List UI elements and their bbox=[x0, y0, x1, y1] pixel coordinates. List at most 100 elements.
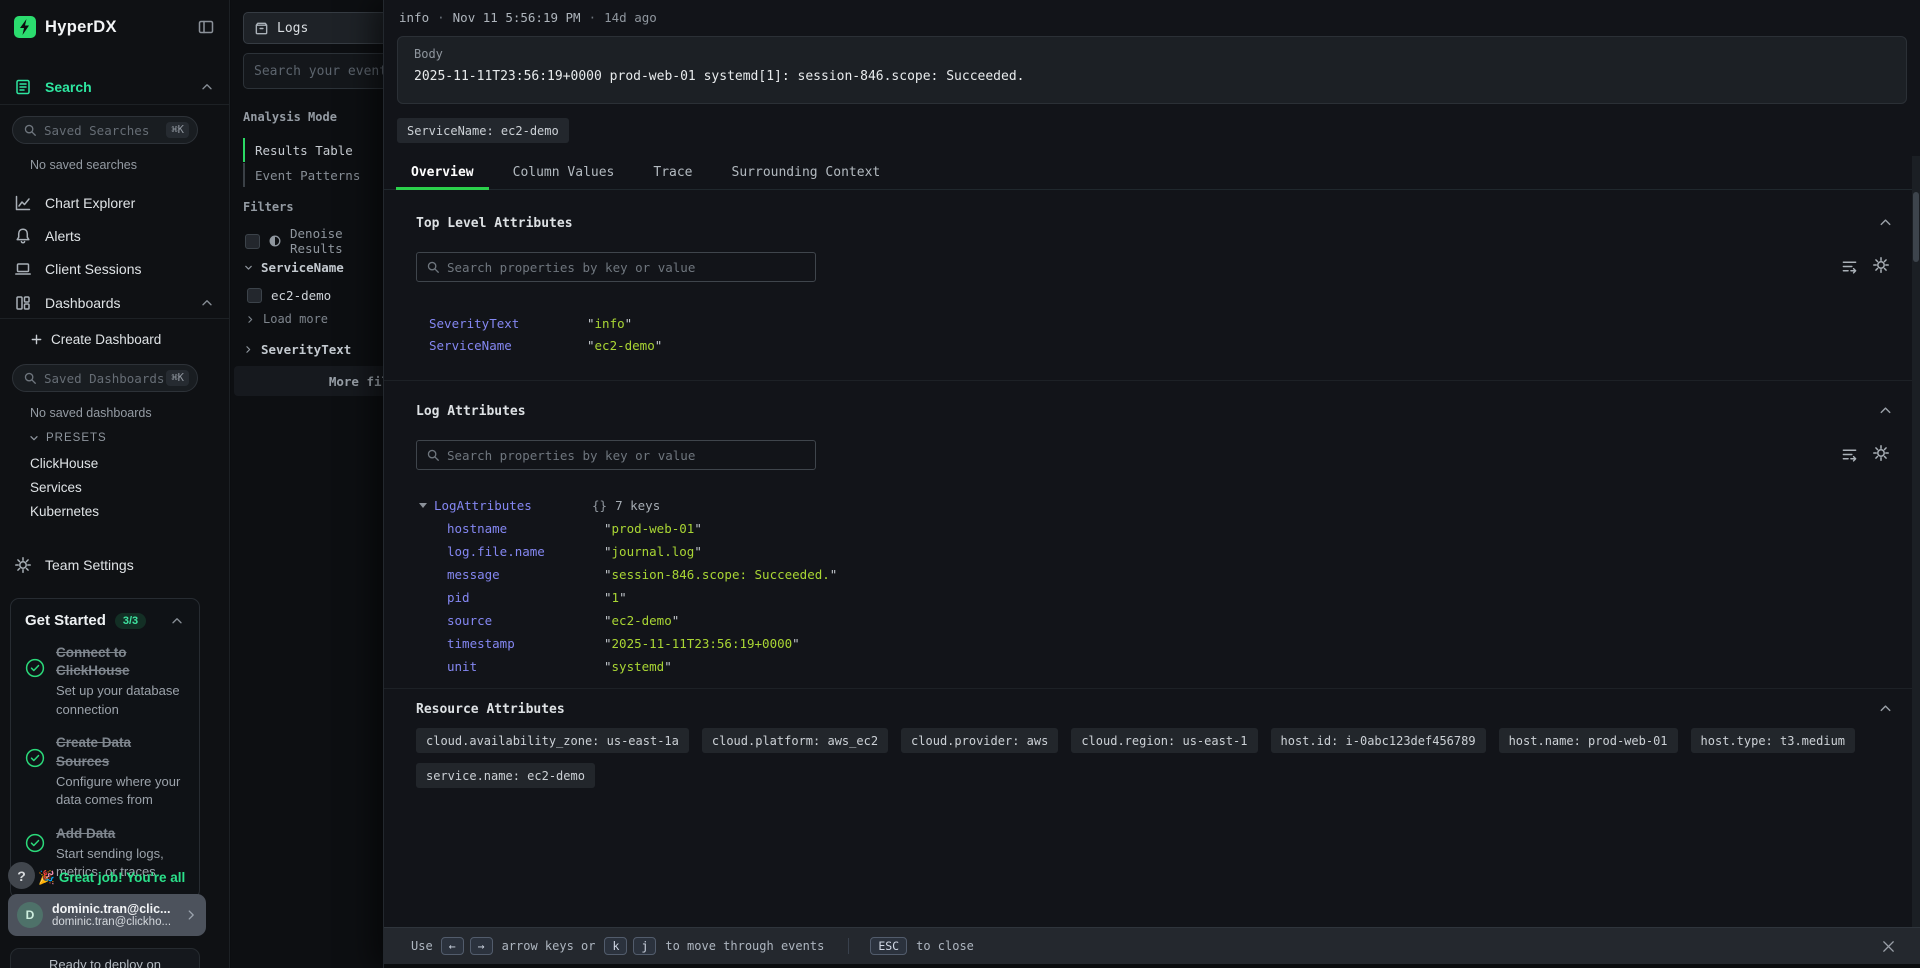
attribute-key[interactable]: LogAttributes bbox=[434, 498, 592, 513]
attribute-key[interactable]: source bbox=[447, 613, 604, 628]
resource-tag[interactable]: host.id: i-0abc123def456789 bbox=[1271, 728, 1486, 753]
saved-dashboards-input[interactable]: Saved Dashboards ⌘K bbox=[12, 364, 198, 392]
attribute-tree-parent[interactable]: LogAttributes {} 7 keys bbox=[419, 494, 660, 516]
resource-tag[interactable]: cloud.region: us-east-1 bbox=[1071, 728, 1257, 753]
resource-tag[interactable]: cloud.availability_zone: us-east-1a bbox=[416, 728, 689, 753]
top-level-search-input[interactable] bbox=[447, 260, 806, 275]
log-attributes-search-box[interactable] bbox=[416, 440, 816, 470]
get-started-item[interactable]: Create Data Sources Configure where your… bbox=[25, 734, 185, 809]
create-dashboard-label: Create Dashboard bbox=[51, 332, 161, 347]
help-button[interactable]: ? bbox=[8, 862, 35, 889]
step-title: Connect to ClickHouse bbox=[56, 644, 185, 680]
attribute-value[interactable]: systemd bbox=[612, 659, 665, 674]
tab-column-values[interactable]: Column Values bbox=[498, 156, 630, 189]
attribute-value[interactable]: 2025-11-11T23:56:19+0000 bbox=[612, 636, 793, 651]
event-age: 14d ago bbox=[604, 10, 657, 25]
service-name-tag[interactable]: ServiceName: ec2-demo bbox=[397, 118, 569, 143]
no-saved-searches-note: No saved searches bbox=[30, 158, 137, 172]
right-arrow-key: → bbox=[470, 937, 493, 955]
user-menu[interactable]: D dominic.tran@clic... dominic.tran@clic… bbox=[8, 894, 206, 936]
close-icon[interactable] bbox=[1881, 939, 1896, 954]
attribute-row: source ec2-demo bbox=[447, 609, 679, 631]
preset-kubernetes[interactable]: Kubernetes bbox=[30, 504, 99, 519]
facet-servicename-toggle[interactable]: ServiceName bbox=[243, 260, 344, 275]
tab-surrounding-context[interactable]: Surrounding Context bbox=[717, 156, 896, 189]
chevron-up-icon[interactable] bbox=[199, 295, 215, 311]
presets-label: PRESETS bbox=[46, 432, 107, 444]
tab-trace[interactable]: Trace bbox=[638, 156, 707, 189]
quote-mark bbox=[604, 659, 612, 674]
chevron-down-icon bbox=[243, 262, 254, 273]
scrollbar-thumb[interactable] bbox=[1913, 192, 1919, 262]
collapse-sidebar-icon[interactable] bbox=[197, 18, 215, 36]
attribute-key[interactable]: message bbox=[447, 567, 604, 582]
resource-tag[interactable]: cloud.platform: aws_ec2 bbox=[702, 728, 888, 753]
analysis-mode-label: Analysis Mode bbox=[243, 110, 337, 124]
quote-mark bbox=[604, 567, 612, 582]
quote-mark bbox=[694, 544, 702, 559]
quote-mark bbox=[664, 659, 672, 674]
sidebar-item-search[interactable]: Search bbox=[0, 72, 229, 102]
attribute-key[interactable]: unit bbox=[447, 659, 604, 674]
attribute-value[interactable]: journal.log bbox=[612, 544, 695, 559]
drawer-footer: Use ← → arrow keys or k j to move throug… bbox=[384, 927, 1920, 964]
user-email: dominic.tran@clickho... bbox=[52, 916, 171, 928]
sidebar-item-team-settings[interactable]: Team Settings bbox=[0, 550, 229, 580]
collapse-section-icon[interactable] bbox=[1877, 700, 1894, 717]
attribute-value[interactable]: ec2-demo bbox=[612, 613, 672, 628]
attribute-key[interactable]: pid bbox=[447, 590, 604, 605]
attribute-key[interactable]: SeverityText bbox=[429, 316, 587, 331]
chevron-up-icon[interactable] bbox=[199, 79, 215, 95]
chevron-right-icon bbox=[243, 344, 254, 355]
laptop-icon bbox=[14, 260, 32, 278]
progress-badge: 3/3 bbox=[115, 613, 146, 629]
attribute-value[interactable]: info bbox=[595, 316, 625, 331]
attribute-key[interactable]: ServiceName bbox=[429, 338, 587, 353]
facet-severitytext-toggle[interactable]: SeverityText bbox=[243, 342, 351, 357]
separator-dot: · bbox=[437, 10, 445, 25]
resource-tag[interactable]: cloud.provider: aws bbox=[901, 728, 1058, 753]
load-more-button[interactable]: Load more bbox=[245, 312, 328, 326]
presets-toggle[interactable]: PRESETS bbox=[28, 432, 107, 444]
chevron-up-icon[interactable] bbox=[169, 613, 185, 629]
sidebar-item-label: Chart Explorer bbox=[45, 195, 135, 211]
denoise-label: Denoise Results bbox=[290, 226, 383, 256]
sidebar-item-dashboards[interactable]: Dashboards bbox=[0, 288, 229, 318]
gear-icon[interactable] bbox=[1872, 256, 1890, 274]
log-attributes-search-input[interactable] bbox=[447, 448, 806, 463]
attribute-row: timestamp 2025-11-11T23:56:19+0000 bbox=[447, 632, 800, 654]
get-started-item[interactable]: Connect to ClickHouse Set up your databa… bbox=[25, 644, 185, 719]
sidebar-item-chart-explorer[interactable]: Chart Explorer bbox=[0, 188, 229, 218]
section-title-resource-attributes: Resource Attributes bbox=[416, 702, 565, 717]
gear-icon[interactable] bbox=[1872, 444, 1890, 462]
resource-tag[interactable]: service.name: ec2-demo bbox=[416, 763, 595, 788]
wrap-lines-icon[interactable] bbox=[1841, 258, 1858, 275]
sidebar-item-label: Alerts bbox=[45, 228, 81, 244]
preset-clickhouse[interactable]: ClickHouse bbox=[30, 456, 98, 471]
sidebar-item-client-sessions[interactable]: Client Sessions bbox=[0, 254, 229, 284]
top-level-search-box[interactable] bbox=[416, 252, 816, 282]
resource-tag[interactable]: host.type: t3.medium bbox=[1691, 728, 1856, 753]
attribute-value[interactable]: prod-web-01 bbox=[612, 521, 695, 536]
facet-checkbox[interactable] bbox=[247, 288, 262, 303]
quote-mark bbox=[604, 590, 612, 605]
saved-searches-input[interactable]: Saved Searches ⌘K bbox=[12, 116, 198, 144]
attribute-key[interactable]: hostname bbox=[447, 521, 604, 536]
attribute-key[interactable]: log.file.name bbox=[447, 544, 604, 559]
attribute-key[interactable]: timestamp bbox=[447, 636, 604, 651]
attribute-value[interactable]: 1 bbox=[612, 590, 620, 605]
sidebar-item-alerts[interactable]: Alerts bbox=[0, 221, 229, 251]
attribute-value[interactable]: ec2-demo bbox=[595, 338, 655, 353]
collapse-section-icon[interactable] bbox=[1877, 214, 1894, 231]
attribute-value[interactable]: session-846.scope: Succeeded. bbox=[612, 567, 830, 582]
tab-overview[interactable]: Overview bbox=[396, 156, 489, 189]
create-dashboard-button[interactable]: Create Dashboard bbox=[30, 332, 161, 347]
denoise-checkbox[interactable] bbox=[245, 234, 260, 249]
denoise-results-option[interactable]: Denoise Results bbox=[245, 226, 383, 256]
facet-value-ec2-demo[interactable]: ec2-demo bbox=[247, 288, 331, 303]
preset-services[interactable]: Services bbox=[30, 480, 82, 495]
resource-tag[interactable]: host.name: prod-web-01 bbox=[1499, 728, 1678, 753]
hyperdx-logo-icon bbox=[14, 16, 36, 38]
wrap-lines-icon[interactable] bbox=[1841, 446, 1858, 463]
collapse-section-icon[interactable] bbox=[1877, 402, 1894, 419]
